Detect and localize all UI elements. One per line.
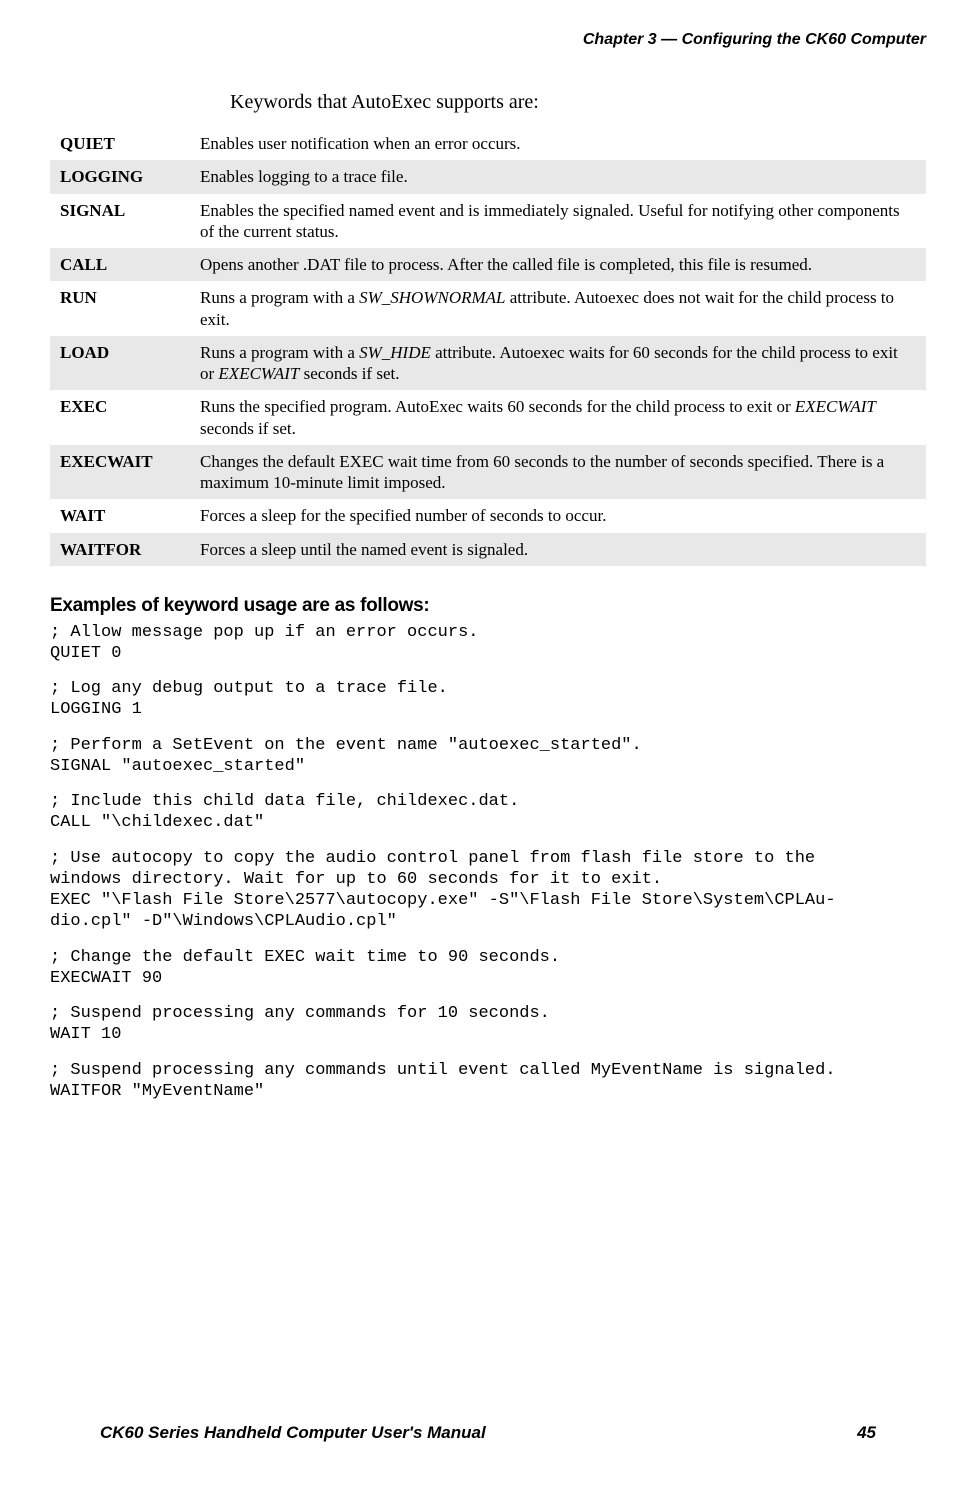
description-cell: Forces a sleep until the named event is … <box>190 533 926 566</box>
keyword-cell: RUN <box>50 281 190 336</box>
table-row: EXECWAITChanges the default EXEC wait ti… <box>50 445 926 500</box>
code-block: ; Suspend processing any commands for 10… <box>50 1003 926 1046</box>
description-cell: Enables logging to a trace file. <box>190 160 926 193</box>
footer-right: 45 <box>857 1422 876 1443</box>
table-row: CALLOpens another .DAT file to process. … <box>50 248 926 281</box>
chapter-header: Chapter 3 — Configuring the CK60 Compute… <box>50 30 926 50</box>
description-cell: Enables user notification when an error … <box>190 127 926 160</box>
description-cell: Forces a sleep for the specified number … <box>190 499 926 532</box>
keyword-table: QUIETEnables user notification when an e… <box>50 127 926 566</box>
footer-left: CK60 Series Handheld Computer User's Man… <box>100 1422 486 1443</box>
table-row: WAITFORForces a sleep until the named ev… <box>50 533 926 566</box>
code-block: ; Perform a SetEvent on the event name "… <box>50 735 926 778</box>
keyword-cell: EXEC <box>50 390 190 445</box>
keyword-cell: SIGNAL <box>50 194 190 249</box>
keyword-cell: CALL <box>50 248 190 281</box>
table-row: SIGNALEnables the specified named event … <box>50 194 926 249</box>
table-row: RUNRuns a program with a SW_SHOWNORMAL a… <box>50 281 926 336</box>
intro-text: Keywords that AutoExec supports are: <box>230 90 926 115</box>
description-cell: Opens another .DAT file to process. Afte… <box>190 248 926 281</box>
keyword-cell: LOGGING <box>50 160 190 193</box>
table-row: EXECRuns the specified program. AutoExec… <box>50 390 926 445</box>
keyword-cell: LOAD <box>50 336 190 391</box>
keyword-cell: EXECWAIT <box>50 445 190 500</box>
code-block: ; Allow message pop up if an error occur… <box>50 622 926 665</box>
table-row: WAITForces a sleep for the specified num… <box>50 499 926 532</box>
keyword-cell: WAITFOR <box>50 533 190 566</box>
code-block: ; Include this child data file, childexe… <box>50 791 926 834</box>
page-footer: CK60 Series Handheld Computer User's Man… <box>100 1422 876 1443</box>
keyword-cell: WAIT <box>50 499 190 532</box>
code-block: ; Suspend processing any commands until … <box>50 1060 926 1103</box>
table-row: QUIETEnables user notification when an e… <box>50 127 926 160</box>
code-block: ; Log any debug output to a trace file. … <box>50 678 926 721</box>
description-cell: Runs a program with a SW_SHOWNORMAL attr… <box>190 281 926 336</box>
code-block: ; Use autocopy to copy the audio control… <box>50 848 926 933</box>
description-cell: Changes the default EXEC wait time from … <box>190 445 926 500</box>
examples-heading: Examples of keyword usage are as follows… <box>50 594 926 618</box>
description-cell: Enables the specified named event and is… <box>190 194 926 249</box>
code-block: ; Change the default EXEC wait time to 9… <box>50 947 926 990</box>
description-cell: Runs a program with a SW_HIDE attribute.… <box>190 336 926 391</box>
table-row: LOGGINGEnables logging to a trace file. <box>50 160 926 193</box>
keyword-cell: QUIET <box>50 127 190 160</box>
description-cell: Runs the specified program. AutoExec wai… <box>190 390 926 445</box>
table-row: LOADRuns a program with a SW_HIDE attrib… <box>50 336 926 391</box>
